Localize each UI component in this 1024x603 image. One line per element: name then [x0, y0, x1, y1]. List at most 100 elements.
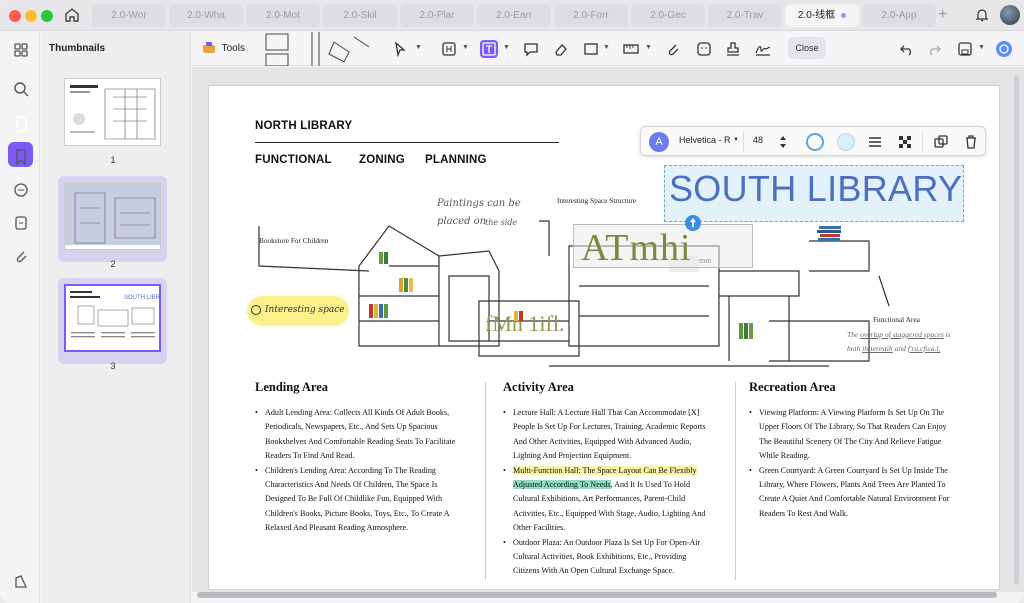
chevron-down-icon[interactable]: ▼ [603, 44, 610, 51]
undo-icon[interactable] [898, 40, 916, 58]
save-icon[interactable] [956, 40, 974, 58]
font-select[interactable]: Helvetica - R [679, 135, 731, 145]
stamp-icon[interactable] [724, 40, 742, 58]
label-interesting-structure: Interesting Space Structure [557, 196, 637, 205]
divider [743, 132, 744, 152]
text-field-icon[interactable] [440, 40, 458, 58]
chevron-down-icon[interactable]: ▼ [503, 44, 510, 51]
tab-doc[interactable]: 2.0-Trav [708, 4, 782, 27]
subtitle-word: FUNCTIONAL [255, 154, 332, 166]
south-library-text[interactable]: SOUTH LIBRARY [669, 168, 962, 210]
grid-icon[interactable] [11, 40, 31, 60]
tools-button[interactable]: Tools [202, 38, 245, 60]
form-icon[interactable] [11, 213, 31, 233]
font-size-input[interactable]: 48 [753, 135, 763, 145]
chevron-down-icon[interactable]: ▼ [645, 44, 652, 51]
tools-label: Tools [221, 43, 245, 54]
tab-doc[interactable]: 2.0-Earr [477, 4, 551, 27]
list-item: Green Courtyard: A Green Courtyard Is Se… [749, 464, 959, 522]
handwriting-paintings: Paintings can be [437, 198, 521, 209]
tab-label: 2.0-App [881, 10, 917, 21]
tools-icon [203, 42, 215, 54]
page-thumbnail-active[interactable]: SOUTH LIBRARY [58, 278, 167, 364]
bookmark-icon[interactable] [11, 147, 31, 167]
text-color-swatch[interactable]: A [649, 132, 669, 152]
comment-icon[interactable] [11, 180, 31, 200]
close-window-button[interactable] [9, 10, 21, 22]
chevron-down-icon[interactable]: ▼ [733, 137, 739, 143]
yellow-highlight[interactable]: Multi-Function Hall: The Space Layout Ca… [513, 465, 697, 475]
text-box-icon[interactable] [480, 40, 498, 58]
fill-color-button[interactable] [837, 133, 855, 151]
eraser-icon[interactable] [552, 40, 570, 58]
duplicate-icon[interactable] [933, 134, 949, 150]
section-body: Adult Lending Area: Collects All Kinds O… [255, 406, 465, 536]
signature-icon[interactable] [754, 40, 772, 58]
unsaved-dot-icon [841, 12, 847, 18]
redo-icon[interactable] [925, 40, 943, 58]
tab-doc[interactable]: 2.0-App [862, 4, 936, 27]
overlay-text-large[interactable]: ATmhi [581, 226, 692, 270]
chevron-down-icon[interactable]: ▼ [462, 44, 469, 51]
tab-label: 2.0-Gec [650, 10, 686, 21]
home-icon[interactable] [63, 6, 81, 24]
pointer-icon[interactable] [391, 40, 409, 58]
tab-doc[interactable]: 2.0-Gec [631, 4, 705, 27]
border-color-button[interactable] [806, 133, 824, 151]
minimize-window-button[interactable] [25, 10, 37, 22]
tab-label: 2.0-Wha [187, 10, 225, 21]
handwriting-paintings: the side [485, 218, 518, 227]
layers-icon[interactable] [11, 572, 31, 592]
new-tab-button[interactable]: + [938, 6, 947, 24]
list-item: Adult Lending Area: Collects All Kinds O… [255, 406, 465, 464]
page-number: 1 [110, 155, 116, 165]
list-item: Lecture Hall: A Lecture Hall That Can Ac… [503, 406, 713, 464]
ai-assistant-icon[interactable] [995, 40, 1013, 58]
green-highlight[interactable]: Adjusted According To Needs [513, 480, 611, 490]
opacity-icon[interactable] [897, 134, 913, 150]
chevron-down-icon[interactable]: ▼ [415, 44, 422, 51]
column-divider [485, 382, 486, 580]
section-heading: Recreation Area [749, 380, 836, 394]
chevron-down-icon[interactable]: ▼ [978, 44, 985, 51]
tab-doc[interactable]: 2.0-Wor [92, 4, 166, 27]
rectangle-icon[interactable] [582, 40, 600, 58]
attachment-icon[interactable] [11, 246, 31, 266]
measure-icon[interactable] [622, 40, 640, 58]
title-rule [255, 142, 559, 143]
list-item: Children's Lending Area: According To Th… [255, 464, 465, 536]
search-icon[interactable] [11, 79, 31, 99]
move-handle-icon[interactable] [684, 214, 702, 232]
tab-doc[interactable]: 2.0-Forr [554, 4, 628, 27]
page-thumbnail[interactable] [58, 72, 167, 158]
horizontal-scrollbar[interactable] [197, 592, 997, 598]
tab-label: 2.0-Plar [419, 10, 455, 21]
tab-label: 2.0-Forr [573, 10, 609, 21]
bell-icon[interactable] [974, 7, 990, 23]
tab-active[interactable]: 2.0-线框 [785, 4, 859, 27]
avatar[interactable] [1000, 5, 1020, 25]
tab-doc[interactable]: 2.0-Wha [169, 4, 243, 27]
attachment-icon[interactable] [664, 40, 682, 58]
vertical-scrollbar[interactable] [1014, 75, 1019, 585]
sticker-icon[interactable] [695, 40, 713, 58]
tab-label: 2.0-Trav [726, 10, 764, 21]
comment-icon[interactable] [522, 40, 540, 58]
tab-doc[interactable]: 2.0-Plar [400, 4, 474, 27]
tab-bar: 2.0-Wor 2.0-Wha 2.0-Mot 2.0-Skil 2.0-Pla… [0, 0, 1024, 31]
thumbnail-image [64, 78, 161, 146]
trash-icon[interactable] [963, 134, 979, 150]
page-thumbnail[interactable] [58, 176, 167, 262]
overlay-text-mid[interactable]: fMn 1ifl. [485, 311, 564, 337]
panel-title: Thumbnails [49, 43, 106, 54]
line-weight-icon[interactable] [867, 134, 883, 150]
tab-doc[interactable]: 2.0-Mot [246, 4, 320, 27]
zoom-window-button[interactable] [41, 10, 53, 22]
tab-doc[interactable]: 2.0-Skil [323, 4, 397, 27]
close-tools-button[interactable]: Close [788, 37, 826, 59]
subtitle-word: ZONING [359, 154, 405, 166]
selected-text-box[interactable]: SOUTH LIBRARY [664, 165, 964, 222]
size-stepper-icon[interactable] [779, 133, 787, 151]
list-item-highlighted[interactable]: Multi-Function Hall: The Space Layout Ca… [503, 464, 713, 536]
overlay-text-tiny: mm [699, 256, 712, 265]
